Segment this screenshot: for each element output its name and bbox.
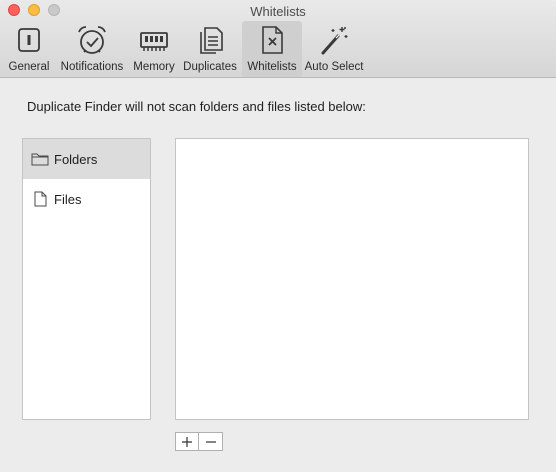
- file-icon: [34, 191, 47, 207]
- alarm-clock-icon: [78, 26, 106, 54]
- plus-icon: [182, 436, 192, 447]
- tab-auto-select[interactable]: Auto Select: [302, 21, 366, 77]
- tab-duplicates[interactable]: Duplicates: [178, 21, 242, 77]
- tab-general[interactable]: General: [4, 21, 54, 77]
- sidebar-item-label: Folders: [54, 151, 98, 167]
- preferences-window: Whitelists General Notifications Memory …: [0, 0, 556, 472]
- sidebar-item-files[interactable]: Files: [23, 179, 150, 219]
- list-edit-buttons: [175, 432, 223, 451]
- tab-label: Whitelists: [247, 61, 297, 73]
- folder-icon: [31, 153, 49, 166]
- add-item-button[interactable]: [175, 432, 199, 451]
- document-x-icon: [262, 26, 283, 54]
- tab-label: Auto Select: [304, 61, 364, 73]
- general-icon: [18, 28, 40, 52]
- tab-whitelists[interactable]: Whitelists: [242, 21, 302, 77]
- sidebar-item-folders[interactable]: Folders: [23, 139, 150, 179]
- whitelist-category-sidebar: Folders Files: [22, 138, 151, 420]
- tab-label: Duplicates: [183, 61, 237, 73]
- tab-label: Notifications: [60, 61, 124, 73]
- preferences-toolbar: General Notifications Memory Duplicates …: [4, 21, 366, 77]
- minus-icon: [205, 440, 216, 443]
- window-title: Whitelists: [250, 4, 306, 19]
- tab-label: General: [8, 61, 50, 73]
- remove-item-button[interactable]: [199, 432, 223, 451]
- description-text: Duplicate Finder will not scan folders a…: [27, 99, 366, 114]
- sidebar-item-label: Files: [54, 191, 82, 207]
- whitelist-items-list[interactable]: [175, 138, 529, 420]
- title-bar: Whitelists General Notifications Memory …: [0, 0, 556, 78]
- tab-notifications[interactable]: Notifications: [54, 21, 130, 77]
- tab-memory[interactable]: Memory: [130, 21, 178, 77]
- magic-wand-icon: [321, 27, 348, 55]
- tab-label: Memory: [133, 61, 175, 73]
- memory-chip-icon: [140, 32, 168, 51]
- duplicate-documents-icon: [200, 27, 223, 54]
